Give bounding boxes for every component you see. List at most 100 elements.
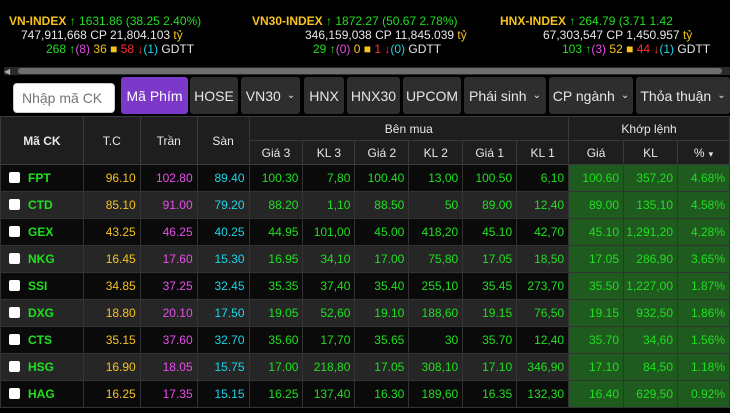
chevron-down-icon: ⌄ [286, 90, 296, 101]
symbol-label[interactable]: HSG [28, 360, 54, 374]
table-row[interactable]: GEX 43.25 46.25 40.25 44.95 101,00 45.00 418,20… [0, 218, 730, 246]
index-name: VN-INDEX [9, 14, 67, 28]
symbol-label[interactable]: CTD [28, 198, 53, 212]
floor-price: 15.75 [196, 353, 250, 381]
floor-price: 40.25 [196, 218, 250, 246]
bid1-price: 35.45 [462, 272, 518, 300]
match-pct: 3.65% [677, 245, 730, 273]
symbol-cell: HSG [0, 353, 84, 381]
match-pct: 0.92% [677, 380, 730, 408]
symbol-label[interactable]: HAG [28, 387, 55, 401]
index-ticker-bar: VN-INDEX ↑ 1631.86 (38.25 2.40%) 747,911… [0, 0, 730, 66]
row-checkbox[interactable] [9, 172, 20, 183]
table-row[interactable]: CTS 35.15 37.60 32.70 35.60 17,70 35.65 30 35.70… [0, 326, 730, 354]
tab-thỏa-thuận[interactable]: Thỏa thuận ⌄ [636, 77, 730, 114]
symbol-cell: CTD [0, 191, 84, 219]
ref-price: 85.10 [82, 191, 141, 219]
scrollbar-thumb[interactable] [18, 68, 722, 74]
table-row[interactable]: NKG 16.45 17.60 15.30 16.95 34,10 17.00 75,80 17… [0, 245, 730, 273]
match-price: 100.60 [568, 164, 625, 192]
tab-mã-phím[interactable]: Mã Phím [121, 77, 188, 114]
row-checkbox[interactable] [9, 334, 20, 345]
symbol-search-input[interactable] [13, 83, 115, 113]
tab-hnx[interactable]: HNX [304, 77, 344, 114]
row-checkbox[interactable] [9, 388, 20, 399]
sort-icon[interactable]: ▾ [709, 149, 714, 159]
col-bid-2[interactable]: KL 3 [302, 140, 356, 165]
match-price: 19.15 [568, 299, 625, 327]
tab-label: HNX30 [350, 87, 397, 104]
col-bid-3[interactable]: Giá 2 [354, 140, 410, 165]
symbol-label[interactable]: GEX [28, 225, 53, 239]
pct-label: % [693, 145, 705, 160]
index-card[interactable]: VN30-INDEX ↑ 1872.27 (50.67 2.78%) 346,1… [252, 14, 467, 56]
index-value: 1631.86 [79, 14, 123, 28]
bid3-vol: 1,10 [302, 191, 356, 219]
symbol-label[interactable]: CTS [28, 333, 52, 347]
price-board-table: Mã CK T.C Trần Sàn Bên mua Khớp lệnh Giá… [0, 116, 730, 408]
symbol-label[interactable]: FPT [28, 171, 51, 185]
ceiling-price: 91.00 [139, 191, 198, 219]
col-bid-4[interactable]: KL 2 [408, 140, 464, 165]
bid2-price: 19.10 [354, 299, 410, 327]
tab-label: HOSE [194, 87, 234, 104]
symbol-cell: DXG [0, 299, 84, 327]
bid-group-header: Bên mua [248, 116, 570, 141]
symbol-cell: GEX [0, 218, 84, 246]
match-price: 17.05 [568, 245, 625, 273]
index-card[interactable]: VN-INDEX ↑ 1631.86 (38.25 2.40%) 747,911… [9, 14, 201, 56]
scroll-left-icon[interactable]: ◀ [4, 67, 10, 76]
index-card[interactable]: HNX-INDEX ↑ 264.79 (3.71 1.42 67,303,547… [500, 14, 710, 56]
table-row[interactable]: CTD 85.10 91.00 79.20 88.20 1,10 88.50 50 89.00 1… [0, 191, 730, 219]
ref-price: 34.85 [82, 272, 141, 300]
table-row[interactable]: HAG 16.25 17.35 15.15 16.25 137,40 16.30 189,60… [0, 380, 730, 408]
ceiling-price: 37.60 [139, 326, 198, 354]
index-pct: 2.78%) [419, 14, 458, 28]
floor-count: (1) [143, 42, 159, 56]
tab-phái-sinh[interactable]: Phái sinh ⌄ [464, 77, 546, 114]
tab-cp-ngành[interactable]: CP ngành ⌄ [549, 77, 633, 114]
symbol-label[interactable]: NKG [28, 252, 55, 266]
tab-hose[interactable]: HOSE [190, 77, 238, 114]
col-floor[interactable]: Sàn [196, 116, 250, 165]
symbol-cell: SSI [0, 272, 84, 300]
row-checkbox[interactable] [9, 361, 20, 372]
match-pct: 1.87% [677, 272, 730, 300]
col-bid-5[interactable]: Giá 1 [462, 140, 518, 165]
col-ref[interactable]: T.C [82, 116, 141, 165]
match-vol: 84,50 [623, 353, 678, 381]
bid3-price: 88.20 [248, 191, 304, 219]
bid3-vol: 52,60 [302, 299, 356, 327]
table-row[interactable]: DXG 18.80 20.10 17.50 19.05 52,60 19.10 188,60 1… [0, 299, 730, 327]
table-row[interactable]: FPT 96.10 102.80 89.40 100.30 7,80 100.40 13,00… [0, 164, 730, 192]
table-row[interactable]: HSG 16.90 18.05 15.75 17.00 218,80 17.05 308,10… [0, 353, 730, 381]
tab-upcom[interactable]: UPCOM [403, 77, 461, 114]
bid2-price: 35.65 [354, 326, 410, 354]
symbol-label[interactable]: DXG [28, 306, 54, 320]
row-checkbox[interactable] [9, 253, 20, 264]
col-symbol[interactable]: Mã CK [0, 116, 84, 165]
col-ceil[interactable]: Trần [139, 116, 198, 165]
col-match-1[interactable]: Giá [568, 140, 625, 165]
col-match-3[interactable]: % ▾ [677, 140, 730, 165]
match-vol: 286,90 [623, 245, 678, 273]
row-checkbox[interactable] [9, 199, 20, 210]
ceiling-count: (3) [591, 42, 607, 56]
table-row[interactable]: SSI 34.85 37.25 32.45 35.35 37,40 35.40 255,10 3… [0, 272, 730, 300]
bid2-price: 88.50 [354, 191, 410, 219]
row-checkbox[interactable] [9, 280, 20, 291]
bid1-vol: 132,30 [516, 380, 570, 408]
bid3-vol: 137,40 [302, 380, 356, 408]
bid1-price: 19.15 [462, 299, 518, 327]
row-checkbox[interactable] [9, 226, 20, 237]
col-bid-1[interactable]: Giá 3 [248, 140, 304, 165]
tab-vn30[interactable]: VN30 ⌄ [241, 77, 300, 114]
ref-price: 16.25 [82, 380, 141, 408]
symbol-label[interactable]: SSI [28, 279, 47, 293]
bid3-price: 19.05 [248, 299, 304, 327]
col-match-2[interactable]: KL [623, 140, 678, 165]
row-checkbox[interactable] [9, 307, 20, 318]
horizontal-scrollbar[interactable]: ◀ [4, 67, 730, 76]
tab-hnx30[interactable]: HNX30 [347, 77, 400, 114]
col-bid-6[interactable]: KL 1 [516, 140, 570, 165]
